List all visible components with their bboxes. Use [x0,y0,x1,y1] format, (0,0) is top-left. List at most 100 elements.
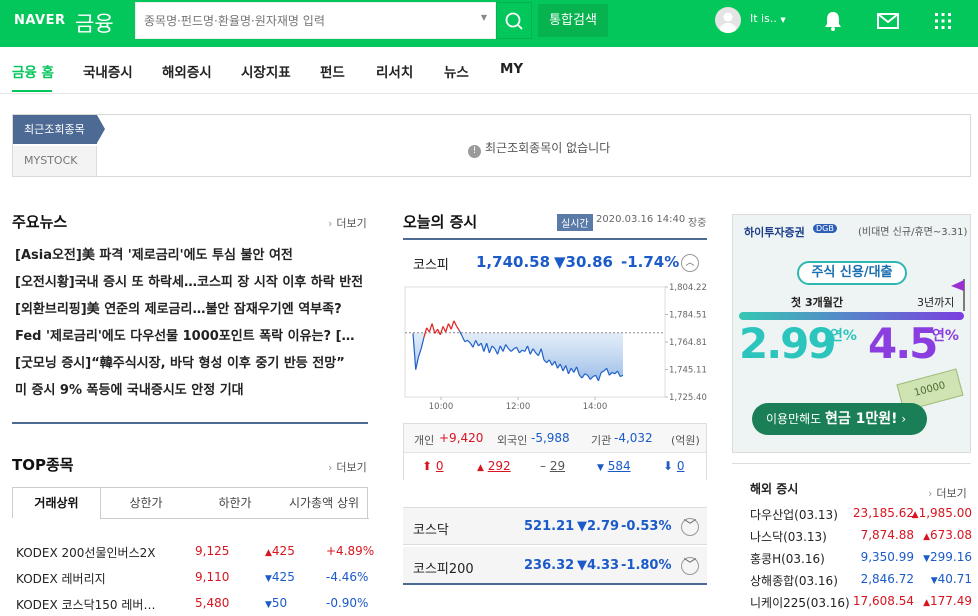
chart-segment [453,320,458,327]
chevron-up-icon[interactable]: ︿ [681,254,699,272]
up-value: 292 [487,459,511,473]
ad-cta-button[interactable]: 이용만해도 현금 1만원! › [752,403,927,435]
kosdaq-value: 521.21 [524,519,575,534]
upper-limit-count[interactable]: ⬆ 0 [422,459,444,473]
flat-count[interactable]: – 29 [540,459,565,473]
flat-value: 29 [549,459,566,473]
overseas-name: 다우산업(03.13) [750,508,838,522]
nav-domestic[interactable]: 국내증시 [83,61,133,81]
empty-message: ! 최근조회종목이 없습니다 [468,139,610,158]
ad-rate2: 4.5 [868,319,938,368]
y-tick-label: 1,725.40 [669,393,707,403]
ad-cta-text: 이용만해도 [766,412,822,426]
ad-tag: DGB [813,224,837,233]
nav-news[interactable]: 뉴스 [444,61,469,81]
news-item[interactable]: [외환브리핑]美 연준의 제로금리…불안 잠재우기엔 역부족? [15,298,365,317]
chart-area-down [413,332,623,381]
overseas-panel: 해외 증시 더보기 다우산업(03.13) 23,185.62▲1,985.00 나… [732,463,972,616]
up-count[interactable]: ▲ 292 [477,459,511,473]
integrated-search-button[interactable]: 통합검색 [538,4,608,37]
ad-unit2: 연% [932,328,959,344]
top-stocks-more-link[interactable]: 더보기 [328,459,366,475]
stock-name: KODEX 레버리지 [16,572,106,586]
kosdaq-change-value: 2.79 [587,519,620,534]
news-item[interactable]: 미 증시 9% 폭등에 국내증시도 안정 기대 [15,379,365,398]
user-name: It is.. [750,12,777,25]
tab-mystock[interactable]: MYSTOCK [13,146,97,176]
overseas-value: 23,185.62 [852,506,914,520]
empty-message-text: 최근조회종목이 없습니다 [485,141,611,155]
chart-segment [447,323,452,330]
news-item[interactable]: [Asia오전]美 파격 '제로금리'에도 투심 불안 여전 [15,244,365,263]
overseas-value: 2,846.72 [860,572,914,586]
ad-banner[interactable]: 하이투자증권 DGB (비대면 신규/휴면~3.31) 주식 신용/대출 첫 3… [732,214,971,453]
market-time: 2020.03.16 14:40 [596,214,686,225]
nav-research[interactable]: 리서치 [376,61,413,81]
apps-grid-icon[interactable] [929,9,957,33]
bell-icon[interactable] [819,9,847,33]
stock-name: KODEX 200선물인버스2X [16,546,156,560]
stock-price: 5,480 [195,596,230,610]
kospi-name[interactable]: 코스피 [413,254,449,273]
lower-limit-count[interactable]: ⬇ 0 [663,459,685,473]
news-item[interactable]: Fed '제로금리'에도 다우선물 1000포인트 폭락 이유는? [김현석의 … [15,325,365,344]
lower-limit-value: 0 [676,459,685,473]
kosdaq-row[interactable]: 코스닥 521.21 ▼2.79 -0.53% ﹀ [403,507,707,545]
kosdaq-change: ▼2.79 [577,519,620,534]
top-stocks-title: TOP종목 [12,456,74,474]
market-title: 오늘의 증시 [403,213,478,231]
news-more-link[interactable]: 더보기 [328,215,366,231]
kospi200-name: 코스피200 [413,562,474,577]
down-count[interactable]: ▼ 584 [597,459,631,473]
nav-overseas[interactable]: 해외증시 [162,61,212,81]
search-icon [505,12,523,30]
chart-segment [445,323,450,333]
naver-logo[interactable]: NAVER [14,13,66,28]
overseas-value: 7,874.88 [860,528,914,542]
chevron-down-icon[interactable]: ﹀ [681,518,699,536]
search-button[interactable] [496,2,532,39]
stock-change: ▲425 [265,544,295,558]
avatar[interactable] [715,7,741,33]
stock-name: KODEX 코스닥150 레버리지 [16,598,156,612]
nav-active-underline [12,90,52,92]
stock-price: 9,125 [195,544,230,558]
tab-recent-stocks[interactable]: 최근조회종목 [13,115,105,144]
user-menu[interactable]: It is.. ▼ [750,12,786,25]
top-header: NAVER 금융 ▼ 통합검색 It is.. ▼ [0,0,978,47]
realtime-badge: 실시간 [557,214,593,231]
chart-segment [437,328,441,336]
tab-upper-limit[interactable]: 상한가 [101,488,191,519]
nav-finance-home[interactable]: 금융 홈 [12,61,54,81]
news-item[interactable]: [굿모닝 증시]“韓주식시장, 바닥 형성 이후 중기 반등 전망” [15,352,365,371]
chevron-down-icon[interactable]: ﹀ [681,557,699,575]
overseas-value: 9,350.99 [860,550,914,564]
foreign-value: -5,988 [531,431,570,445]
tab-volume[interactable]: 거래상위 [13,488,101,519]
overseas-change: ▲673.08 [923,528,972,542]
overseas-more-link[interactable]: 더보기 [928,485,966,501]
ad-product: 주식 신용/대출 [797,261,907,285]
overseas-name: 니케이225(03.16) [750,596,850,610]
overseas-change: ▲177.49 [923,594,972,608]
kosdaq-pct: -0.53% [621,519,672,534]
flag-icon [951,279,965,311]
mail-icon[interactable] [874,9,902,33]
tab-lower-limit[interactable]: 하한가 [191,488,279,519]
inst-label: 기관 [591,434,612,447]
overseas-name: 상해종합(03.16) [750,574,838,588]
nav-fund[interactable]: 펀드 [320,61,345,81]
recent-stocks-panel: 최근조회종목 MYSTOCK ! 최근조회종목이 없습니다 [12,114,971,177]
foreign-label: 외국인 [497,434,528,447]
nav-my[interactable]: MY [500,61,523,77]
search-input[interactable] [144,11,464,31]
search-dropdown-icon[interactable]: ▼ [481,13,487,22]
tab-market-cap[interactable]: 시가총액 상위 [279,488,369,519]
overseas-title: 해외 증시 [750,482,799,496]
kospi200-row[interactable]: 코스피200 236.32 ▼4.33 -1.80% ﹀ [403,547,707,585]
news-item[interactable]: [오전시황]국내 증시 또 하락세…코스피 장 시작 이후 하락 반전 [15,271,365,290]
finance-logo[interactable]: 금융 [75,8,114,38]
y-tick-label: 1,745.11 [669,366,707,376]
nav-indicators[interactable]: 시장지표 [241,61,291,81]
personal-value: +9,420 [439,431,484,445]
